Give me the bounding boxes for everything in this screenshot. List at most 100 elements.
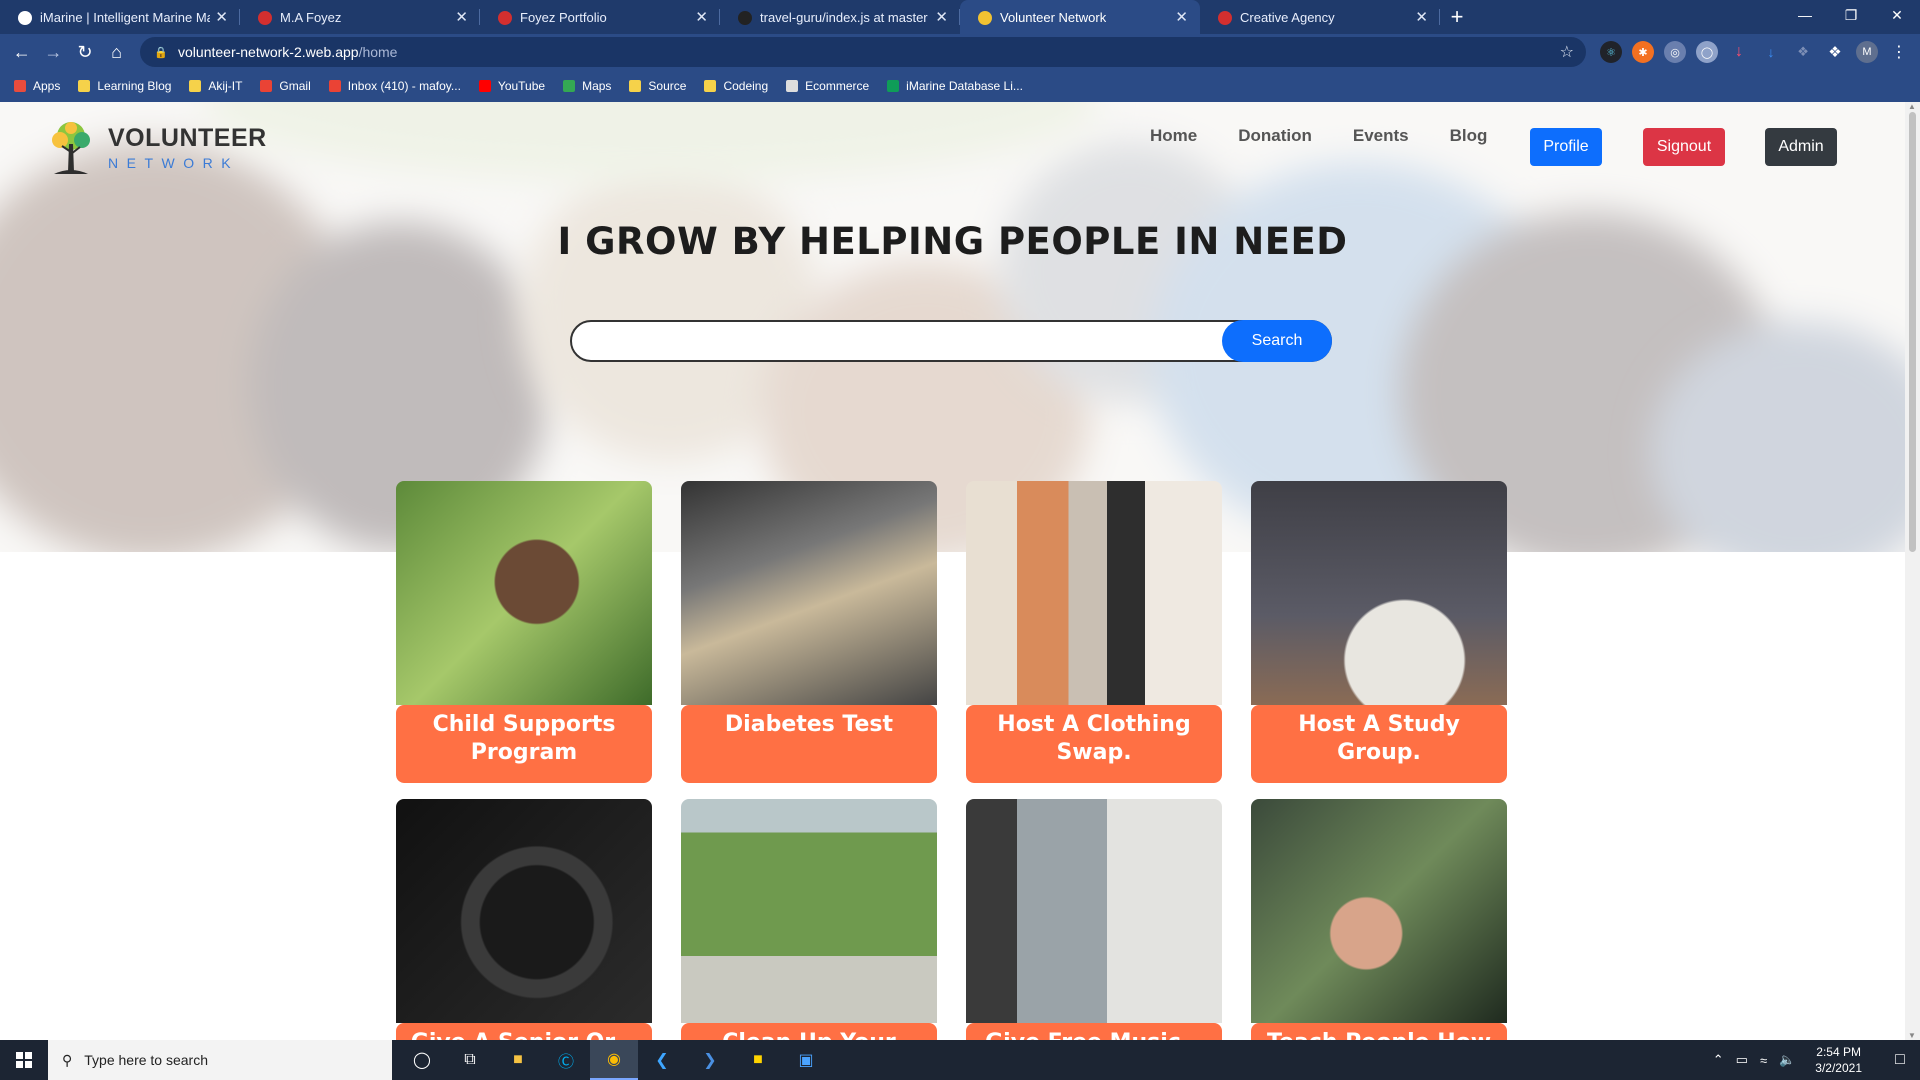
tab-close-icon[interactable]: ✕ <box>695 8 708 26</box>
taskbar-search-box[interactable]: ⚲ Type here to search <box>48 1040 392 1080</box>
people-reading-book-photo <box>1251 481 1507 705</box>
extension-orange-icon[interactable]: ✱ <box>1632 41 1655 63</box>
tab-close-icon[interactable]: ✕ <box>1415 8 1428 26</box>
profile-avatar[interactable]: M <box>1856 41 1879 63</box>
volume-icon[interactable]: 🔈 <box>1779 1052 1795 1068</box>
extension-puzzle-small-icon[interactable]: ❖ <box>1792 41 1814 63</box>
page-scrollbar[interactable]: ▲ ▼ <box>1905 102 1920 1040</box>
event-card[interactable]: Clean Up Your Local… <box>681 799 937 1040</box>
folder-icon <box>629 80 642 92</box>
taskbar-apps: ◯ ⧉ ■ Ⓒ ◉ ❮ ❯ ■ ▣ <box>398 1040 830 1080</box>
scroll-up-icon[interactable]: ▲ <box>1908 102 1916 111</box>
scrollbar-thumb[interactable] <box>1909 112 1916 552</box>
tray-chevron-icon[interactable]: ⌃ <box>1713 1052 1724 1068</box>
wifi-icon[interactable]: ≈ <box>1760 1053 1767 1068</box>
bookmark-item[interactable]: YouTube <box>478 79 545 93</box>
home-icon[interactable]: ⌂ <box>101 36 133 68</box>
sheets-icon <box>887 80 900 92</box>
bookmark-item[interactable]: iMarine Database Li... <box>887 79 1023 93</box>
bookmark-label: Inbox (410) - mafoy... <box>347 79 461 93</box>
tab-close-icon[interactable]: ✕ <box>215 8 228 26</box>
event-card[interactable]: Give A Senior Or… <box>396 799 652 1040</box>
tab-favicon-icon <box>1218 11 1232 25</box>
search-input[interactable] <box>588 330 1188 352</box>
reload-icon[interactable]: ↻ <box>69 36 101 68</box>
tab-close-icon[interactable]: ✕ <box>935 8 948 26</box>
extension-circle-icon[interactable]: ◯ <box>1696 41 1719 63</box>
extensions-puzzle-icon[interactable]: ❖ <box>1824 41 1846 63</box>
restore-icon[interactable]: ❐ <box>1828 0 1874 30</box>
forward-icon[interactable]: → <box>38 36 70 68</box>
powershell-icon[interactable]: ❯ <box>686 1040 734 1080</box>
clock-date: 3/2/2021 <box>1815 1061 1862 1075</box>
event-card[interactable]: Host A Study Group. <box>1251 481 1507 783</box>
bookmark-item[interactable]: Ecommerce <box>786 79 869 93</box>
profile-button[interactable]: Profile <box>1530 128 1602 166</box>
close-window-icon[interactable]: ✕ <box>1874 0 1920 30</box>
signout-button[interactable]: Signout <box>1643 128 1725 166</box>
nav-events[interactable]: Events <box>1353 126 1409 146</box>
photos-icon[interactable]: ▣ <box>782 1040 830 1080</box>
bookmark-item[interactable]: Codeing <box>704 79 768 93</box>
browser-tab[interactable]: travel-guru/index.js at master · m ✕ <box>720 0 960 34</box>
windows-start-icon[interactable] <box>0 1040 48 1080</box>
nav-home[interactable]: Home <box>1150 126 1197 146</box>
taskbar-clock[interactable]: 2:54 PM 3/2/2021 <box>1815 1044 1862 1076</box>
tab-close-icon[interactable]: ✕ <box>455 8 468 26</box>
city-park-aerial-photo <box>681 799 937 1023</box>
logo-title: VOLUNTEER <box>108 123 267 152</box>
extensions-area: ⚛ ✱ ◎ ◯ ↓ ↓ ❖ ❖ M ⋮ <box>1600 41 1920 63</box>
car-steering-wheel-photo <box>396 799 652 1023</box>
gmail-icon <box>260 80 273 92</box>
minimize-icon[interactable]: — <box>1782 0 1828 30</box>
tab-close-icon[interactable]: ✕ <box>1175 8 1188 26</box>
bookmark-item[interactable]: Learning Blog <box>78 79 171 93</box>
scroll-down-icon[interactable]: ▼ <box>1908 1031 1916 1040</box>
skype-icon[interactable]: Ⓒ <box>542 1040 590 1080</box>
bookmark-item[interactable]: Gmail <box>260 79 311 93</box>
site-logo[interactable]: VOLUNTEER NETWORK <box>40 116 267 178</box>
browser-tab[interactable]: iMarine | Intelligent Marine Mana ✕ <box>0 0 240 34</box>
browser-tab[interactable]: Creative Agency ✕ <box>1200 0 1440 34</box>
event-card[interactable]: Diabetes Test <box>681 481 937 783</box>
file-explorer-icon[interactable]: ■ <box>494 1040 542 1080</box>
admin-button[interactable]: Admin <box>1765 128 1837 166</box>
event-card[interactable]: Teach People How T… <box>1251 799 1507 1040</box>
event-card[interactable]: Give Free Music… <box>966 799 1222 1040</box>
cortana-icon[interactable]: ◯ <box>398 1040 446 1080</box>
vscode-icon[interactable]: ❮ <box>638 1040 686 1080</box>
folder-icon <box>704 80 717 92</box>
nav-blog[interactable]: Blog <box>1450 126 1488 146</box>
bookmark-item[interactable]: Source <box>629 79 686 93</box>
battery-icon[interactable]: ▭ <box>1736 1052 1748 1068</box>
browser-tab[interactable]: Foyez Portfolio ✕ <box>480 0 720 34</box>
extension-target-icon[interactable]: ◎ <box>1664 41 1687 63</box>
bookmark-item[interactable]: Apps <box>14 79 60 93</box>
event-card[interactable]: Child Supports Program <box>396 481 652 783</box>
globe-icon <box>786 80 799 92</box>
download-icon[interactable]: ↓ <box>1728 41 1750 63</box>
tab-favicon-icon <box>258 11 272 25</box>
chrome-icon[interactable]: ◉ <box>590 1040 638 1080</box>
browser-tab-strip: iMarine | Intelligent Marine Mana ✕ M.A Fo… <box>0 0 1920 34</box>
address-bar[interactable]: 🔒 volunteer-network-2.web.app/home ☆ <box>140 37 1587 67</box>
download-arrow-icon[interactable]: ↓ <box>1760 41 1782 63</box>
browser-tab[interactable]: M.A Foyez ✕ <box>240 0 480 34</box>
bookmark-item[interactable]: Inbox (410) - mafoy... <box>328 79 461 93</box>
tab-title: Foyez Portfolio <box>520 9 607 25</box>
back-icon[interactable]: ← <box>6 36 38 68</box>
tab-favicon-icon <box>18 11 32 25</box>
react-devtools-icon[interactable]: ⚛ <box>1600 41 1623 63</box>
search-button[interactable]: Search <box>1222 320 1332 362</box>
bookmark-item[interactable]: Maps <box>563 79 611 93</box>
new-tab-button[interactable]: + <box>1440 0 1474 34</box>
browser-tab[interactable]: Volunteer Network ✕ <box>960 0 1200 34</box>
task-view-icon[interactable]: ⧉ <box>446 1040 494 1080</box>
event-card[interactable]: Host A Clothing Swap. <box>966 481 1222 783</box>
bookmark-star-icon[interactable]: ☆ <box>1560 42 1574 62</box>
nav-donation[interactable]: Donation <box>1238 126 1312 146</box>
sticky-notes-icon[interactable]: ■ <box>734 1040 782 1080</box>
chrome-menu-icon[interactable]: ⋮ <box>1888 41 1910 63</box>
bookmark-item[interactable]: Akij-IT <box>189 79 242 93</box>
notification-icon[interactable]: □ <box>1880 1051 1920 1069</box>
